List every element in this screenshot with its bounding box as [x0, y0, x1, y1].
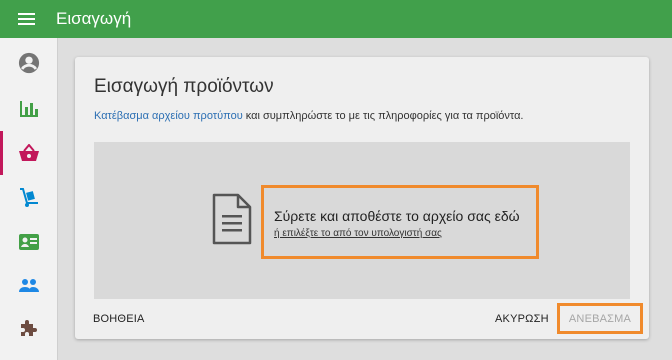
bar-chart-icon [19, 101, 38, 117]
dropzone-text-highlight: Σύρετε και αποθέστε το αρχείο σας εδώ ή … [261, 185, 539, 259]
people-icon [18, 279, 39, 292]
sidebar-item-users[interactable] [0, 263, 57, 307]
app-title: Εισαγωγή [56, 9, 132, 28]
sidebar-item-products[interactable] [0, 131, 57, 175]
dialog-title: Εισαγωγή προϊόντων [94, 76, 274, 97]
file-dropzone[interactable]: Σύρετε και αποθέστε το αρχείο σας εδώ ή … [94, 142, 630, 299]
description-text: και συμπληρώστε το με τις πληροφορίες γι… [242, 110, 524, 122]
help-button[interactable]: ΒΟΗΘΕΙΑ [93, 313, 145, 325]
sidebar-item-extensions[interactable] [0, 306, 57, 350]
account-circle-icon [18, 52, 39, 74]
sidebar-item-contacts[interactable] [0, 220, 57, 264]
upload-button[interactable]: ΑΝΕΒΑΣΜΑ [557, 303, 643, 334]
sidebar-item-stats[interactable] [0, 87, 57, 131]
sidebar [0, 38, 58, 360]
dropzone-main-text: Σύρετε και αποθέστε το αρχείο σας εδώ [274, 208, 520, 224]
browse-file-link[interactable]: ή επιλέξτε το από τον υπολογιστή σας [274, 228, 442, 239]
menu-icon[interactable] [18, 11, 35, 27]
template-download-link[interactable]: Κατέβασμα αρχείου προτύπου [94, 110, 243, 122]
import-dialog: Εισαγωγή προϊόντων Κατέβασμα αρχείου προ… [75, 57, 649, 339]
dialog-description: Κατέβασμα αρχείου προτύπου και συμπληρώσ… [94, 110, 524, 122]
file-icon [212, 193, 252, 245]
puzzle-icon [20, 320, 37, 336]
sidebar-item-account[interactable] [0, 41, 57, 85]
contact-card-icon [18, 234, 39, 250]
app-bar: Εισαγωγή [0, 0, 672, 38]
shopping-basket-icon [18, 144, 39, 161]
cancel-button[interactable]: ΑΚΥΡΩΣΗ [495, 313, 549, 325]
sidebar-item-orders[interactable] [0, 176, 57, 220]
dolly-cart-icon [19, 188, 38, 207]
